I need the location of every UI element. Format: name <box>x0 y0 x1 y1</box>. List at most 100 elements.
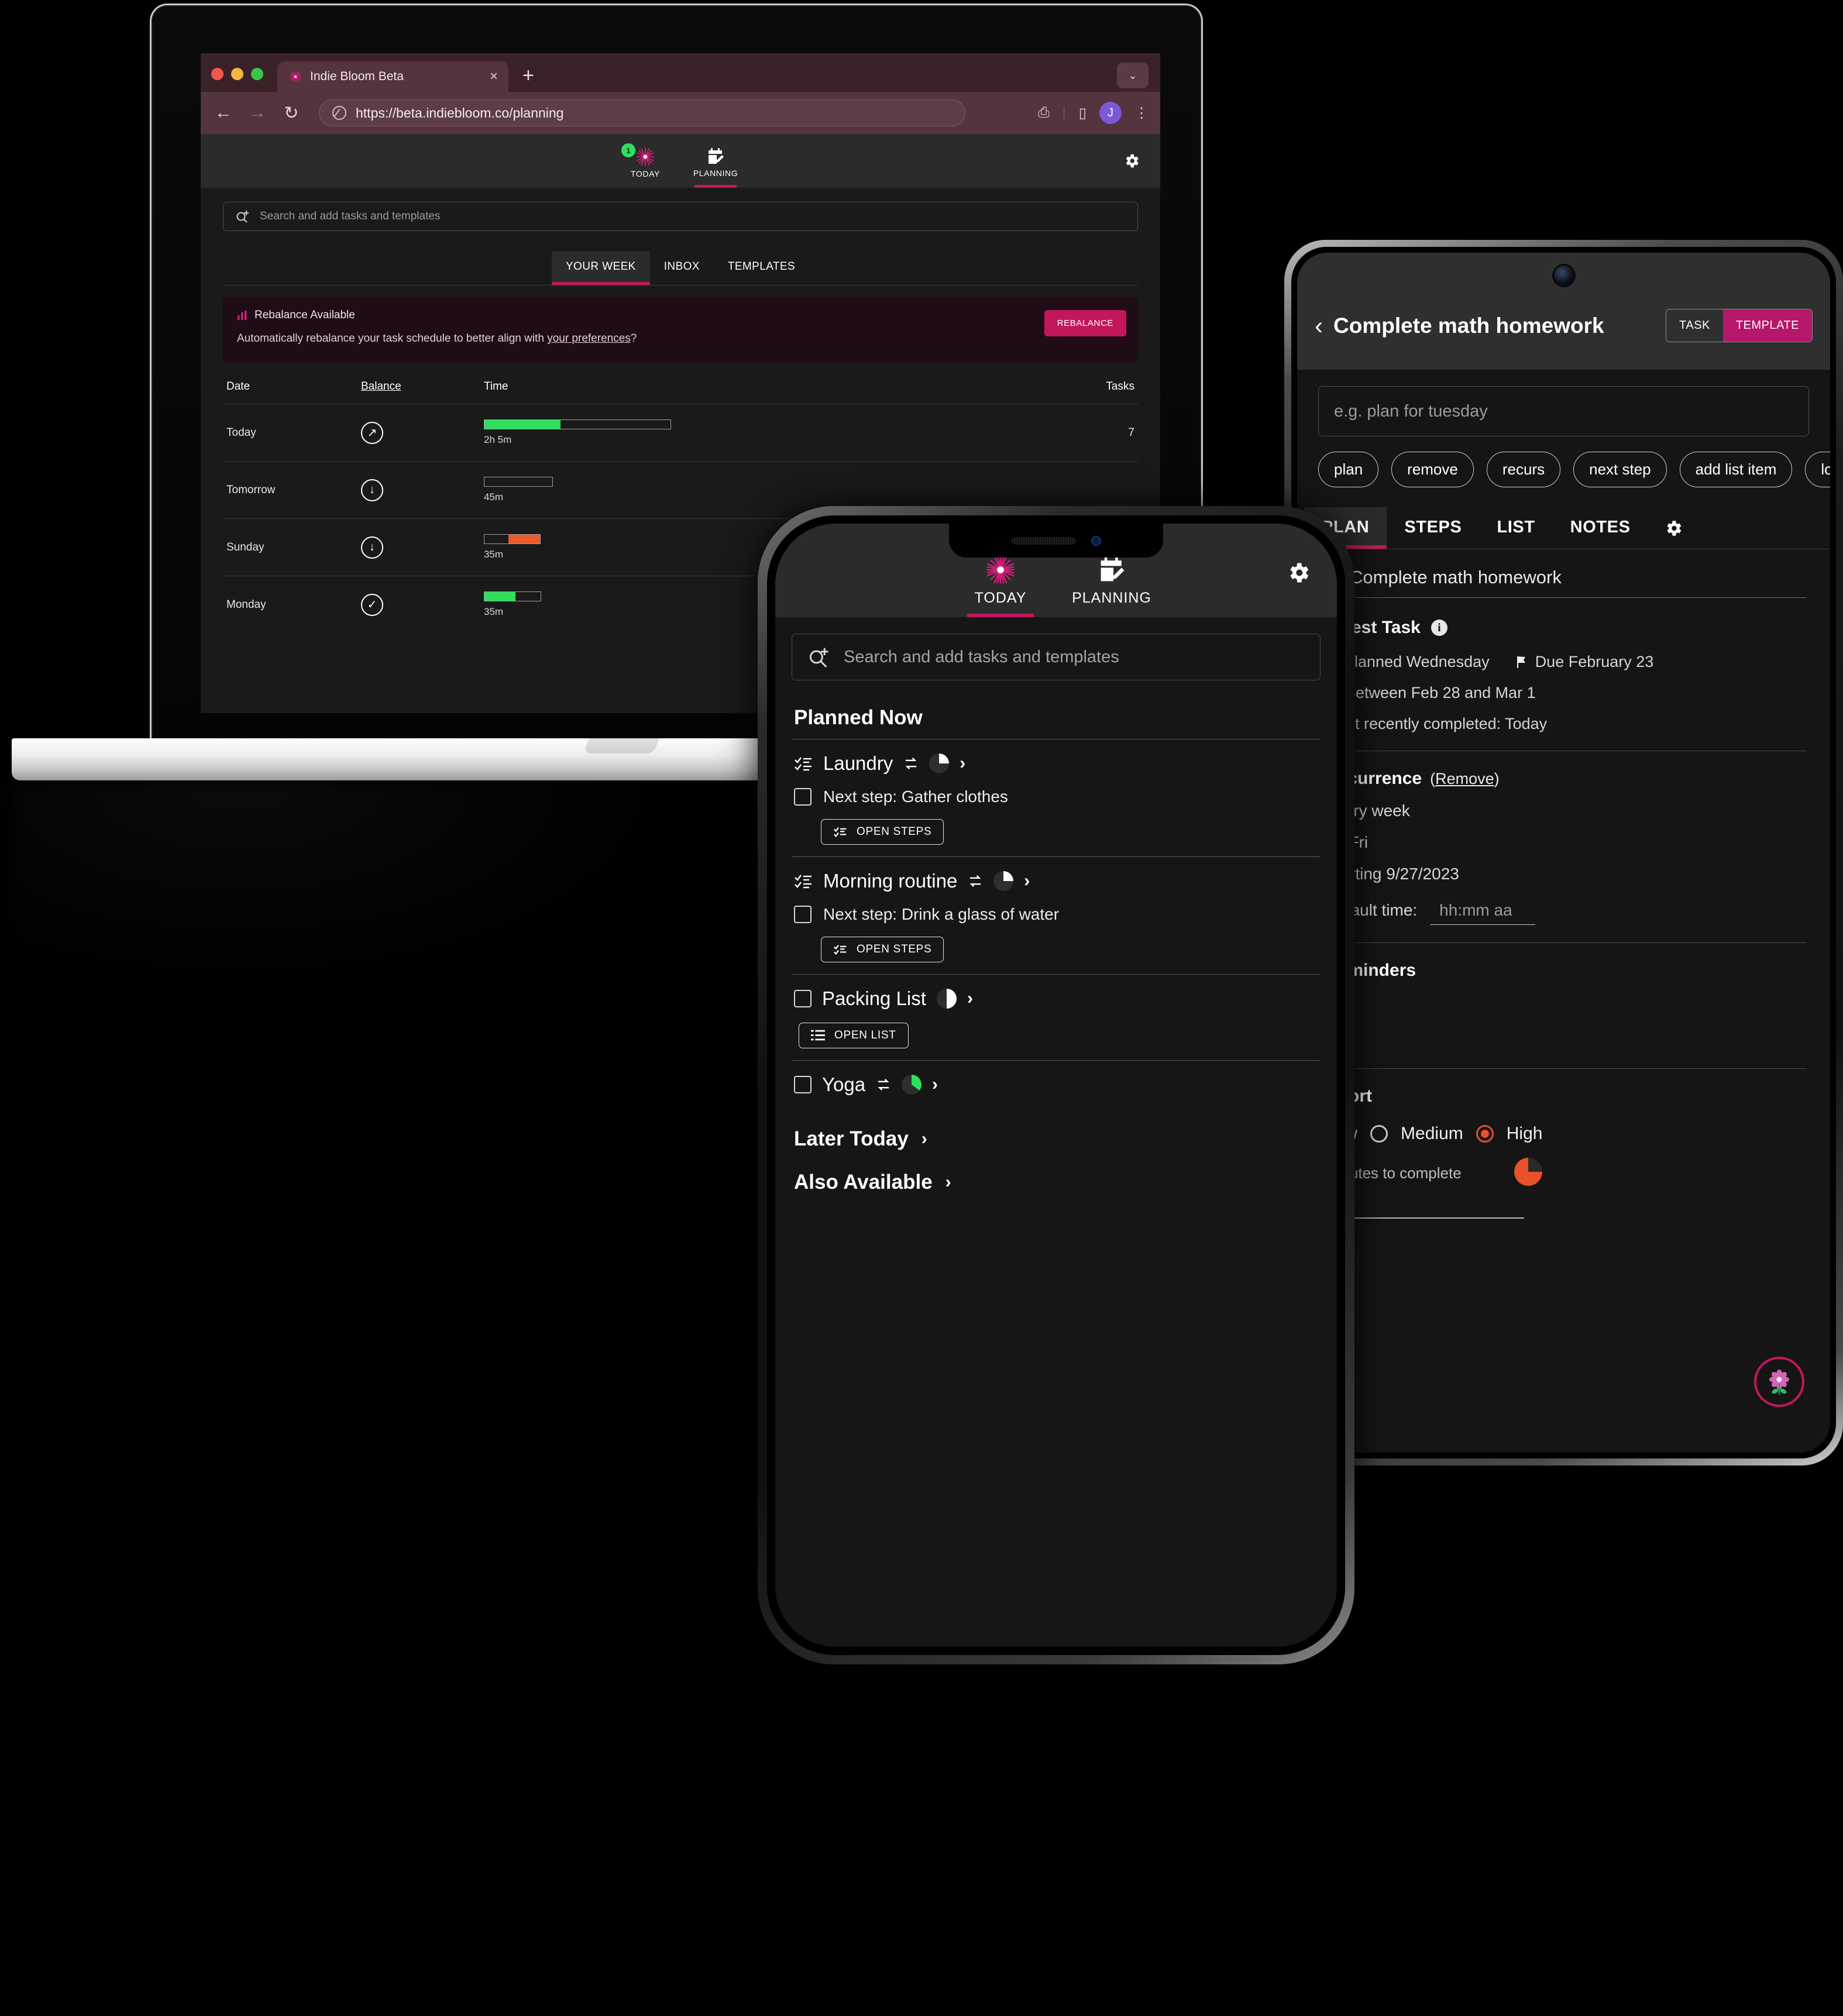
nav-item-today[interactable]: TODAY <box>945 555 1056 617</box>
forward-icon[interactable]: → <box>246 103 269 123</box>
avatar[interactable]: J <box>1099 102 1122 124</box>
rebalance-button[interactable]: REBALANCE <box>1044 310 1126 336</box>
tab-notes[interactable]: NOTES <box>1553 507 1648 549</box>
tab-inbox[interactable]: INBOX <box>650 251 714 285</box>
menu-icon[interactable]: ⋮ <box>1134 105 1149 122</box>
radio-medium[interactable] <box>1370 1125 1388 1143</box>
row-tasks: 7 <box>1128 426 1134 439</box>
chevron-right-icon[interactable]: › <box>922 1129 927 1149</box>
checklist-icon[interactable] <box>794 755 813 772</box>
chevron-right-icon[interactable]: › <box>960 754 965 773</box>
header-balance[interactable]: Balance <box>361 380 484 393</box>
list-icon <box>811 1029 825 1042</box>
close-window-button[interactable] <box>211 68 224 80</box>
checklist-icon[interactable] <box>794 872 813 890</box>
default-time-input[interactable]: hh:mm aa <box>1430 901 1536 925</box>
reload-icon[interactable]: ↻ <box>280 103 302 123</box>
preferences-link[interactable]: your preferences <box>547 332 631 345</box>
phone-frame: TODAY PLANNING Search and add tasks and … <box>758 506 1354 1664</box>
maximize-window-button[interactable] <box>251 68 263 80</box>
row-date: Today <box>226 426 256 439</box>
chevron-down-icon[interactable]: ⌄ <box>1117 63 1149 88</box>
nav-label: TODAY <box>631 169 660 178</box>
section-also-available[interactable]: Also Available › <box>794 1171 1321 1194</box>
tab-list[interactable]: LIST <box>1479 507 1552 549</box>
nav-item-planning[interactable]: PLANNING <box>1056 556 1167 615</box>
row-date: Sunday <box>226 541 264 553</box>
front-camera-icon <box>1091 535 1101 546</box>
next-step-row[interactable]: Next step: Gather clothes <box>794 787 1318 806</box>
checkbox-icon[interactable] <box>794 990 812 1007</box>
new-tab-button[interactable]: + <box>522 64 534 87</box>
nav-item-today[interactable]: 1 TODAY <box>610 143 680 178</box>
due-meta: Due February 23 <box>1515 653 1653 671</box>
table-row[interactable]: Today ↗ 2h 5m 7 <box>223 404 1138 461</box>
segment-template[interactable]: TEMPLATE <box>1722 309 1812 342</box>
checkbox-icon[interactable] <box>794 788 812 806</box>
chip-plan[interactable]: plan <box>1318 452 1379 487</box>
section-later-today[interactable]: Later Today › <box>794 1127 1321 1151</box>
sidepanel-icon[interactable]: ▯ <box>1079 105 1086 122</box>
task-header-row[interactable]: Laundry › <box>794 752 1318 775</box>
plan-panel: Complete math homework Latest Task i Pla… <box>1297 549 1830 1219</box>
today-badge: 1 <box>621 143 635 157</box>
radio-high[interactable] <box>1476 1125 1494 1143</box>
segment-task[interactable]: TASK <box>1666 309 1723 342</box>
chevron-right-icon[interactable]: › <box>945 1172 951 1192</box>
back-icon[interactable]: ← <box>212 103 235 123</box>
minimize-window-button[interactable] <box>231 68 243 80</box>
next-step-row[interactable]: Next step: Drink a glass of water <box>794 905 1318 924</box>
tab-your-week[interactable]: YOUR WEEK <box>551 251 650 285</box>
gear-icon[interactable] <box>1123 152 1140 170</box>
task-title-row[interactable]: Complete math homework <box>1325 567 1807 598</box>
chip-overflow[interactable]: lo <box>1805 452 1830 487</box>
close-icon[interactable]: × <box>490 70 498 84</box>
row-date: Tomorrow <box>226 483 276 496</box>
minutes-input-underline[interactable] <box>1325 1217 1524 1219</box>
task-header-row[interactable]: Morning routine › <box>794 870 1318 892</box>
task-header-row[interactable]: Yoga › <box>794 1074 1318 1096</box>
chip-remove[interactable]: remove <box>1391 452 1474 487</box>
search-input[interactable]: Search and add tasks and templates <box>792 634 1321 680</box>
rebalance-desc-pre: Automatically rebalance your task schedu… <box>237 332 548 345</box>
browser-tab[interactable]: Indie Bloom Beta × <box>277 61 508 92</box>
open-steps-button[interactable]: OPEN STEPS <box>821 937 944 962</box>
open-steps-button[interactable]: OPEN STEPS <box>821 819 944 845</box>
extensions-icon[interactable]: ⎙ <box>1038 105 1049 121</box>
chevron-right-icon[interactable]: › <box>932 1075 938 1095</box>
header-time: Time <box>484 380 508 393</box>
task-title: Complete math homework <box>1350 567 1562 587</box>
search-input[interactable]: Search and add tasks and templates <box>223 202 1138 231</box>
window-controls[interactable] <box>211 68 263 92</box>
open-steps-label: OPEN STEPS <box>857 943 932 955</box>
bloom-fab-button[interactable] <box>1754 1357 1804 1407</box>
checkbox-icon[interactable] <box>794 1076 812 1093</box>
app-topnav: 1 TODAY PLANNING <box>201 134 1160 188</box>
recurrence-remove[interactable]: (Remove) <box>1430 770 1500 788</box>
tab-templates[interactable]: TEMPLATES <box>714 251 809 285</box>
table-header: Date Balance Time Tasks <box>223 380 1138 404</box>
effort-option-medium[interactable]: Medium <box>1401 1124 1463 1144</box>
header-title-row: ‹ Complete math homework TASK TEMPLATE <box>1315 309 1813 342</box>
checkbox-icon[interactable] <box>794 906 812 923</box>
quick-command-input[interactable]: e.g. plan for tuesday <box>1318 386 1809 436</box>
chip-next-step[interactable]: next step <box>1573 452 1667 487</box>
gear-icon[interactable] <box>1285 560 1311 586</box>
chip-add-list-item[interactable]: add list item <box>1679 452 1793 487</box>
chevron-right-icon[interactable]: › <box>1024 871 1030 891</box>
search-placeholder: Search and add tasks and templates <box>844 647 1119 666</box>
chip-recurs[interactable]: recurs <box>1486 452 1561 487</box>
back-icon[interactable]: ‹ <box>1315 313 1323 338</box>
row-balance: ↓ <box>361 479 484 501</box>
site-info-icon[interactable] <box>332 106 346 120</box>
address-bar[interactable]: https://beta.indiebloom.co/planning <box>319 99 965 126</box>
info-icon[interactable]: i <box>1431 620 1447 636</box>
gear-icon[interactable] <box>1663 518 1683 538</box>
task-header-row[interactable]: Packing List › <box>794 988 1318 1010</box>
effort-option-high[interactable]: High <box>1507 1124 1543 1144</box>
nav-item-planning[interactable]: PLANNING <box>680 147 751 188</box>
open-list-button[interactable]: OPEN LIST <box>799 1023 909 1048</box>
chevron-right-icon[interactable]: › <box>967 989 973 1009</box>
tab-steps[interactable]: STEPS <box>1387 507 1479 549</box>
task-template-toggle[interactable]: TASK TEMPLATE <box>1666 309 1813 342</box>
